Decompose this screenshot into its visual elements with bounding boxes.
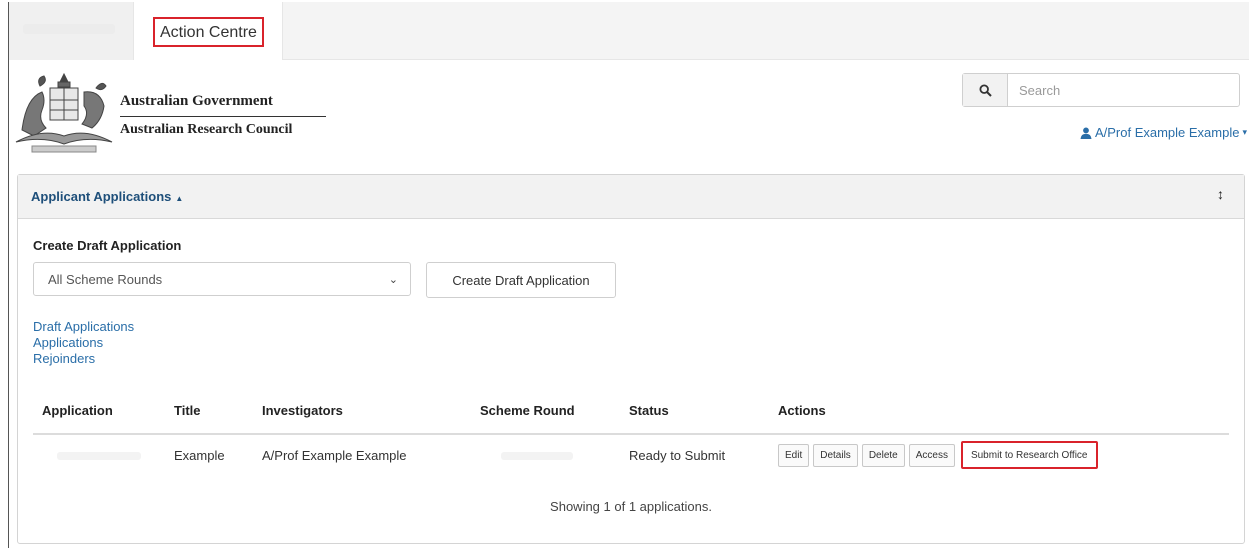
caret-down-icon: ▾: [1242, 127, 1247, 137]
cell-title: Example: [174, 448, 225, 463]
government-name: Australian Government: [120, 93, 273, 109]
col-investigators: Investigators: [262, 403, 343, 418]
search-box: [962, 73, 1240, 107]
application-id-obscured: [57, 452, 141, 460]
panel-header[interactable]: Applicant Applications ▲ ↕: [18, 175, 1244, 219]
row-actions: Edit Details Delete Access Submit to Res…: [778, 441, 1098, 469]
col-title: Title: [174, 403, 201, 418]
tab-action-centre-label: Action Centre: [153, 17, 264, 47]
user-name: A/Prof Example Example: [1094, 125, 1240, 140]
panel-title[interactable]: Applicant Applications ▲: [31, 189, 183, 204]
link-applications[interactable]: Applications: [33, 335, 134, 351]
table-row: Example A/Prof Example Example Ready to …: [33, 435, 1229, 475]
council-name: Australian Research Council: [120, 122, 293, 137]
edit-button[interactable]: Edit: [778, 443, 810, 467]
tab-action-centre[interactable]: Action Centre: [133, 2, 283, 60]
search-input[interactable]: [1008, 74, 1239, 106]
obscured-tab-label: [23, 24, 115, 34]
scheme-round-selected: All Scheme Rounds: [48, 271, 163, 287]
chevron-down-icon: ⌄: [388, 273, 398, 286]
col-scheme-round: Scheme Round: [480, 403, 575, 418]
applicant-applications-panel: Applicant Applications ▲ ↕ Create Draft A…: [17, 174, 1245, 544]
details-button[interactable]: Details: [813, 443, 858, 467]
tab-obscured[interactable]: [9, 2, 133, 60]
search-icon: [978, 83, 992, 97]
header-divider: [120, 116, 326, 117]
resize-vertical-icon[interactable]: ↕: [1217, 186, 1224, 202]
cell-status: Ready to Submit: [629, 448, 726, 463]
application-links: Draft Applications Applications Rejoinde…: [33, 319, 134, 367]
applications-table: Application Title Investigators Scheme R…: [33, 399, 1229, 475]
cell-investigators: A/Prof Example Example: [262, 448, 407, 463]
search-button[interactable]: [963, 74, 1008, 106]
table-header-row: Application Title Investigators Scheme R…: [33, 399, 1229, 435]
panel-title-text: Applicant Applications: [31, 189, 172, 204]
user-icon: [1080, 127, 1092, 139]
col-application: Application: [42, 403, 113, 418]
scheme-round-select[interactable]: All Scheme Rounds ⌄: [33, 262, 411, 296]
scheme-round-obscured: [501, 452, 573, 460]
col-actions: Actions: [778, 403, 826, 418]
coat-of-arms-logo: [15, 72, 113, 153]
link-draft-applications[interactable]: Draft Applications: [33, 319, 134, 335]
access-button[interactable]: Access: [908, 443, 955, 467]
col-status: Status: [629, 403, 669, 418]
create-draft-label: Create Draft Application: [33, 238, 182, 253]
tab-bar: Action Centre: [9, 2, 1249, 60]
user-menu[interactable]: A/Prof Example Example ▾: [1080, 125, 1247, 140]
submit-to-research-office-button[interactable]: Submit to Research Office: [960, 441, 1098, 469]
link-rejoinders[interactable]: Rejoinders: [33, 351, 134, 367]
collapse-caret-icon: ▲: [175, 194, 184, 203]
pagination-summary: Showing 1 of 1 applications.: [550, 499, 712, 514]
delete-button[interactable]: Delete: [861, 443, 905, 467]
create-draft-application-button[interactable]: Create Draft Application: [426, 262, 616, 298]
